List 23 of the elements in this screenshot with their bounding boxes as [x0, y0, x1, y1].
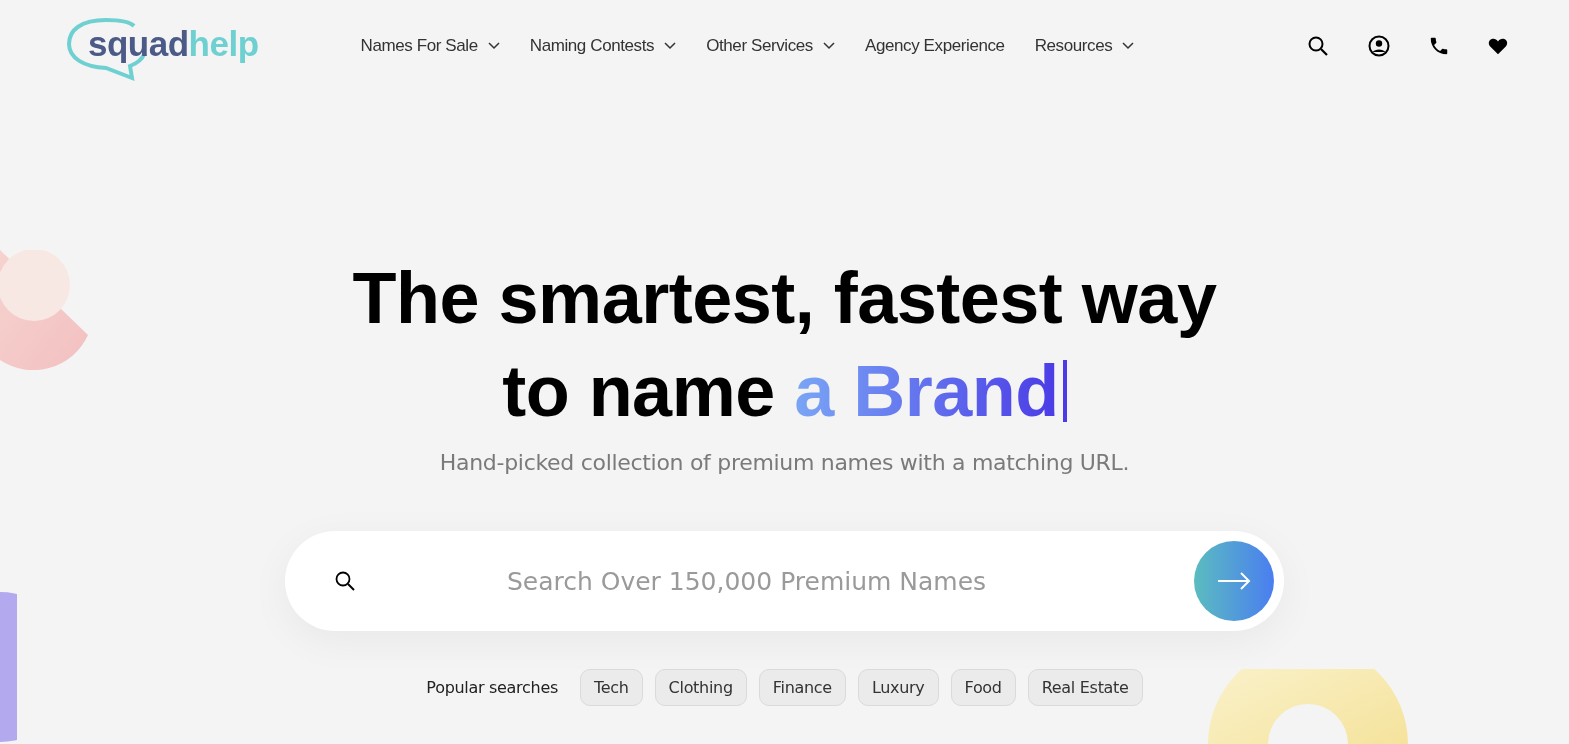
search-bar[interactable]: Search Over 150,000 Premium Names — [285, 531, 1284, 631]
search-field[interactable]: Search Over 150,000 Premium Names — [357, 565, 1194, 597]
popular-searches-label: Popular searches — [426, 678, 558, 697]
nav-menu-item[interactable]: Naming Contests — [529, 36, 677, 56]
nav-menu-item[interactable]: Other Services — [706, 36, 835, 56]
nav-menu-item[interactable]: Agency Experience — [864, 36, 1005, 56]
search-tag[interactable]: Finance — [758, 669, 846, 706]
nav-menu-item[interactable]: Resources — [1034, 36, 1135, 56]
arrow-right-icon — [1216, 571, 1252, 591]
search-icon[interactable] — [1306, 34, 1330, 58]
hero-heading: The smartest, fastest way to name a Brand — [352, 257, 1217, 433]
hero-subtitle: Hand-picked collection of premium names with a matching URL. — [439, 450, 1130, 475]
search-tag[interactable]: Luxury — [857, 669, 939, 706]
search-tag[interactable]: Real Estate — [1027, 669, 1143, 706]
nav-menu-item[interactable]: Names For Sale — [360, 36, 500, 56]
logo[interactable]: squadhelp — [66, 6, 259, 86]
search-tag[interactable]: Clothing — [654, 669, 747, 706]
search-icon — [333, 569, 357, 593]
search-tag[interactable]: Food — [950, 669, 1016, 706]
search-submit-button[interactable] — [1194, 541, 1274, 621]
user-account-icon[interactable] — [1367, 34, 1391, 58]
phone-icon[interactable] — [1428, 35, 1450, 57]
search-tag[interactable]: Tech — [579, 669, 643, 706]
